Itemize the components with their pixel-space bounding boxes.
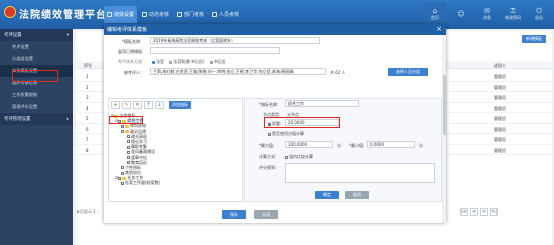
close-icon[interactable]: × <box>436 25 442 33</box>
indicator-detail-panel: *指标名称: 综合工作 节点类型: 父节点 权重: 20.0000 是否使用分值… <box>244 98 442 202</box>
reuse-template-label: 复用已建模板: <box>118 49 144 54</box>
delete-icon[interactable]: ✕ <box>133 101 142 109</box>
power-icon: ⏻ <box>536 7 542 15</box>
close-button[interactable]: 关闭 <box>254 210 278 219</box>
main-nav: 绩效设置 动态考核 部门考核 人员考核 <box>104 6 242 23</box>
add-icon[interactable]: + <box>111 101 120 109</box>
type-radio-group: 法官 法官助理(书记员) 书记员 <box>152 59 226 65</box>
save-button[interactable]: 保存 <box>222 210 246 219</box>
highlight-box-sidebar <box>12 70 58 82</box>
cancel-button[interactable]: 取消 <box>345 191 369 199</box>
folder-icon <box>125 124 129 128</box>
nav-tab-department[interactable]: 部门考核 <box>174 6 207 23</box>
min-value-label: *最小值: <box>349 143 365 148</box>
pager-text: 本页显示 1 - <box>76 209 99 214</box>
next-page-button[interactable]: > <box>480 208 488 216</box>
chevron-down-icon: ▾ <box>66 32 69 38</box>
lock-button[interactable]: ⚿ 修改密码 <box>502 3 524 25</box>
court-emblem-icon <box>4 6 16 18</box>
down-icon[interactable]: ↓ <box>155 101 164 109</box>
message-icon: ✉ <box>484 7 490 15</box>
home-icon: ⌂ <box>432 7 438 15</box>
edit-template-dialog: 编辑考评体系模板 × *模板名称: 2019年青海高院法官绩效考核（立案庭除外）… <box>104 24 446 223</box>
user-button[interactable]: ☺ <box>450 3 472 25</box>
min-value-field[interactable]: 0.0000 <box>367 141 415 148</box>
chevron-down-icon: ▸ <box>66 116 69 122</box>
last-page-button[interactable]: >| <box>490 208 498 216</box>
evaluatees-label: 被考评人: <box>124 70 142 75</box>
column-header-applicable: 适用人 <box>494 63 506 68</box>
prev-page-button[interactable]: < <box>470 208 478 216</box>
edit-icon[interactable]: ✎ <box>122 101 131 109</box>
type-label: 考评体系分类: <box>118 59 144 64</box>
home-button[interactable]: ⌂ 首页 <box>424 3 446 25</box>
scrollbar-thumb[interactable] <box>442 75 446 135</box>
template-name-field[interactable]: 2019年青海高院法官绩效考核（立案庭除外） <box>150 37 320 44</box>
user-icon: ☺ <box>457 10 465 18</box>
dialog-title-bar: 编辑考评体系模板 × <box>104 24 446 35</box>
settings-icon <box>107 12 112 17</box>
department-icon <box>177 12 183 17</box>
dialog-scrollbar[interactable] <box>442 35 446 223</box>
indicator-tree-panel: + ✎ ✕ ↑ ↓ 添加指标 ⊟ 全部指标 ⊟ 综合工作 审判质效 政治品德 政治表… <box>108 98 243 202</box>
evaluatees-field[interactable]: 兰莉;胡红鹤;庄良坚;王雄;陈晓;刘一;李明;张立;王锐;李卫华;何立坚;苏海;… <box>150 68 326 75</box>
column-header-no: 序号 <box>84 63 92 68</box>
template-name-label: *模板名称: <box>122 39 142 44</box>
sidebar-section-settings[interactable]: 考评设置 ▾ <box>0 29 73 41</box>
indicator-name-label: *指标名称: <box>259 102 279 107</box>
dynamic-icon <box>142 12 148 17</box>
select-people-button[interactable]: 选择人员分组 <box>388 68 428 76</box>
evaluatees-count: 共 62 人 <box>330 70 346 75</box>
radio-clerk[interactable]: 书记员 <box>209 59 226 64</box>
min-value-unit: 分 <box>419 143 423 148</box>
app-title: 法院绩效管理平台 <box>19 10 107 21</box>
radio-assistant[interactable]: 法官助理(书记员) <box>169 59 204 64</box>
add-template-button[interactable]: 新增模板 <box>522 35 546 43</box>
dialog-title: 编辑考评体系模板 <box>107 27 148 33</box>
calc-method-checkbox[interactable]: 组内比较计算 <box>285 154 313 160</box>
sidebar-section-management[interactable]: 考评管理设置 ▸ <box>0 113 73 125</box>
logout-button[interactable]: ⏻ 退出 <box>528 3 550 25</box>
sidebar-item-category-groups[interactable]: 分类组设置 <box>0 53 73 65</box>
nav-tab-dynamic[interactable]: 动态考核 <box>139 6 172 23</box>
first-page-button[interactable]: |< <box>460 208 468 216</box>
add-indicator-button[interactable]: 添加指标 <box>169 101 191 109</box>
sidebar-item-weight-limit[interactable]: 工作权重限制 <box>0 89 73 101</box>
right-nav: ⌂ 首页 ☺ ✉ 消息 ⚿ 修改密码 ⏻ 退出 <box>424 3 550 25</box>
use-score-checkbox[interactable]: 是否使用分值计算 <box>268 131 304 137</box>
folder-icon <box>125 130 129 134</box>
scoring-rules-label: 评分规则: <box>259 165 277 170</box>
calc-method-label: 计算方式: <box>259 154 277 159</box>
reuse-template-select[interactable] <box>150 47 280 54</box>
radio-judge[interactable]: 法官 <box>152 59 164 64</box>
message-button[interactable]: ✉ 消息 <box>476 3 498 25</box>
nav-tab-settings[interactable]: 绩效设置 <box>104 6 138 23</box>
confirm-button[interactable]: 确定 <box>315 191 339 199</box>
max-value-label: *最大值: <box>259 143 275 148</box>
tree-node[interactable]: 办案工作量(结案数) <box>111 180 160 185</box>
sidebar: 考评设置 ▾ 考评设置 分类组设置 体系模板设置 维护考核信息 工作权重限制 管理… <box>0 29 73 245</box>
max-value-field[interactable]: 100.0000 <box>285 141 333 148</box>
highlight-box-weight <box>264 117 340 128</box>
personnel-icon <box>212 12 218 17</box>
max-value-unit: 分 <box>337 143 341 148</box>
scoring-rules-field[interactable] <box>285 163 435 183</box>
indicator-name-field[interactable]: 综合工作 <box>285 100 359 107</box>
highlight-box-tree-node <box>109 116 143 124</box>
up-icon[interactable]: ↑ <box>144 101 153 109</box>
lock-icon: ⚿ <box>510 7 516 15</box>
sidebar-item-eval-settings[interactable]: 考评设置 <box>0 41 73 53</box>
nav-tab-personnel[interactable]: 人员考核 <box>209 6 242 23</box>
sidebar-item-eval-management[interactable]: 管理评价设置 <box>0 101 73 113</box>
